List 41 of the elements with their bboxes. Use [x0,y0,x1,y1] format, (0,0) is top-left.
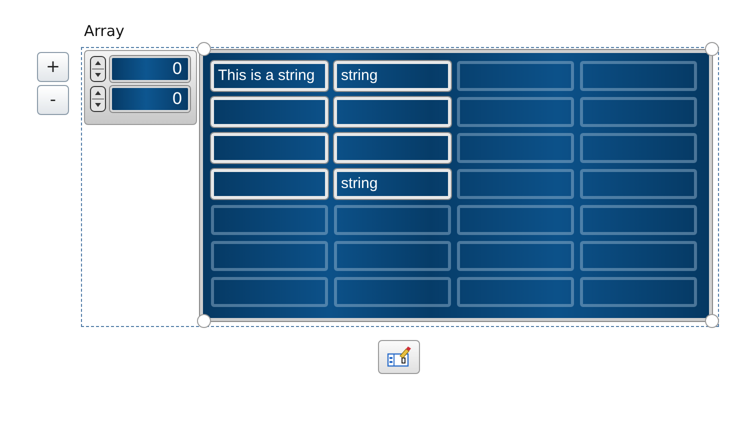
spinner-arrows-icon[interactable] [90,56,106,82]
remove-button[interactable]: - [37,85,69,115]
string-field[interactable] [580,97,697,127]
string-field[interactable] [334,277,451,307]
string-field[interactable] [457,205,574,235]
string-field[interactable] [334,241,451,271]
string-field[interactable]: string [334,61,451,91]
string-field[interactable]: This is a string [211,61,328,91]
resize-handle[interactable] [197,314,211,328]
string-field[interactable] [457,61,574,91]
string-field[interactable] [334,133,451,163]
string-field[interactable] [457,277,574,307]
string-field[interactable] [211,97,328,127]
string-field[interactable] [580,61,697,91]
string-field[interactable] [457,97,574,127]
spinner-arrows-icon[interactable] [90,86,106,112]
string-field[interactable] [334,97,451,127]
add-button[interactable]: + [37,52,69,82]
string-field[interactable] [211,133,328,163]
array-label: Array [84,22,126,42]
string-field[interactable] [334,205,451,235]
string-field[interactable] [580,169,697,199]
string-field[interactable] [211,169,328,199]
customize-button[interactable] [378,340,420,374]
string-field[interactable] [457,133,574,163]
resize-handle[interactable] [705,42,719,56]
string-field[interactable] [580,133,697,163]
resize-handle[interactable] [705,314,719,328]
string-field[interactable] [211,241,328,271]
string-field[interactable] [580,241,697,271]
resize-handle[interactable] [197,42,211,56]
string-field[interactable] [580,205,697,235]
string-field[interactable] [211,277,328,307]
string-field[interactable] [580,277,697,307]
string-field[interactable] [211,205,328,235]
string-field[interactable] [457,241,574,271]
control-pencil-icon [386,345,412,369]
string-field[interactable] [457,169,574,199]
index-field[interactable]: 0 [110,56,190,82]
index-field[interactable]: 0 [110,86,190,112]
string-field[interactable]: string [334,169,451,199]
